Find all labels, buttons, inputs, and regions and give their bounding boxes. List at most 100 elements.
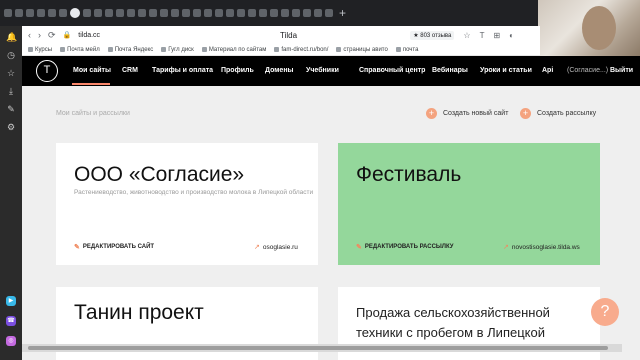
bookmark-icon bbox=[60, 47, 66, 52]
bookmark-add-icon[interactable]: ⊞ bbox=[493, 31, 500, 40]
account-name[interactable]: (Согласие...) bbox=[567, 67, 608, 74]
extensions-row: ★ 803 отзыва ☆ T ⊞ ◐ bbox=[410, 30, 514, 40]
extension-icon[interactable]: T bbox=[480, 31, 485, 40]
browser-tab[interactable] bbox=[226, 9, 234, 17]
browser-tab[interactable] bbox=[116, 9, 124, 17]
nav-domains[interactable]: Домены bbox=[265, 67, 294, 74]
browser-tab[interactable] bbox=[127, 9, 135, 17]
horizontal-scrollbar[interactable] bbox=[22, 344, 622, 352]
help-button[interactable]: ? bbox=[591, 298, 619, 326]
bookmark-item[interactable]: fam-direct.ru/bon/ bbox=[274, 47, 328, 53]
settings-icon[interactable]: ⚙ bbox=[6, 122, 16, 132]
breadcrumb: Мои сайты и рассылки bbox=[56, 110, 130, 117]
site-card[interactable]: ООО «Согласие» Растениеводство, животнов… bbox=[56, 143, 318, 265]
star-icon[interactable]: ☆ bbox=[6, 68, 16, 78]
edit-icon[interactable]: ✎ bbox=[6, 104, 16, 114]
back-icon[interactable]: ‹ bbox=[28, 30, 31, 40]
browser-tab[interactable] bbox=[149, 9, 157, 17]
browser-tab[interactable] bbox=[48, 9, 56, 17]
browser-tab-strip: + bbox=[0, 0, 540, 26]
nav-tariffs[interactable]: Тарифы и оплата bbox=[152, 67, 213, 74]
nav-crm[interactable]: CRM bbox=[122, 67, 138, 74]
browser-tab[interactable] bbox=[325, 9, 333, 17]
nav-my-sites[interactable]: Мои сайты bbox=[73, 67, 111, 74]
history-icon[interactable]: ◷ bbox=[6, 50, 16, 60]
bookmark-item[interactable]: Почта Яндекс bbox=[107, 47, 153, 53]
review-badge[interactable]: ★ 803 отзыва bbox=[410, 30, 455, 40]
nav-api[interactable]: Api bbox=[542, 67, 553, 74]
site-title[interactable]: Продажа сельскохозяйственной техники с п… bbox=[356, 303, 576, 343]
link-icon: ↗ bbox=[254, 244, 260, 251]
browser-tab[interactable] bbox=[281, 9, 289, 17]
bookmark-item[interactable]: Курсы bbox=[28, 47, 52, 53]
logout-link[interactable]: Выйти bbox=[610, 67, 633, 74]
browser-tab[interactable] bbox=[259, 9, 267, 17]
forward-icon[interactable]: › bbox=[38, 30, 41, 40]
site-title[interactable]: ООО «Согласие» bbox=[74, 163, 244, 187]
browser-tab[interactable] bbox=[270, 9, 278, 17]
nav-lessons[interactable]: Уроки и статьи bbox=[480, 67, 532, 74]
browser-tab[interactable] bbox=[171, 9, 179, 17]
active-tab[interactable] bbox=[70, 8, 80, 18]
browser-tab[interactable] bbox=[94, 9, 102, 17]
mailing-title[interactable]: Фестиваль bbox=[356, 163, 461, 187]
bookmark-icon[interactable]: ☆ bbox=[463, 31, 470, 40]
browser-tab[interactable] bbox=[193, 9, 201, 17]
instagram-app-icon[interactable]: ◎ bbox=[6, 336, 16, 346]
bell-icon[interactable]: 🔔 bbox=[6, 32, 17, 42]
mailing-domain-link[interactable]: ↗ novostisoglasie.tilda.ws bbox=[503, 243, 580, 252]
tilda-logo[interactable]: T bbox=[36, 60, 58, 82]
bookmark-item[interactable]: страницы авито bbox=[336, 47, 388, 53]
browser-tab[interactable] bbox=[292, 9, 300, 17]
plus-icon: + bbox=[426, 108, 437, 119]
sites-page: Мои сайты и рассылки + Создать новый сай… bbox=[22, 86, 640, 360]
bookmark-icon bbox=[201, 47, 207, 52]
browser-tab[interactable] bbox=[237, 9, 245, 17]
messenger-app-icon[interactable]: ▶ bbox=[6, 296, 16, 306]
site-domain-link[interactable]: ↗ osoglasie.ru bbox=[254, 243, 298, 252]
edit-site-link[interactable]: ✎ РЕДАКТИРОВАТЬ САЙТ bbox=[74, 243, 154, 251]
scrollbar-thumb[interactable] bbox=[28, 346, 608, 350]
nav-tutorials[interactable]: Учебники bbox=[306, 67, 339, 74]
create-site-button[interactable]: + Создать новый сайт bbox=[426, 108, 508, 119]
reload-icon[interactable]: ⟳ bbox=[48, 30, 56, 40]
bookmark-item[interactable]: почта bbox=[395, 47, 418, 53]
lock-icon[interactable]: 🔒 bbox=[63, 31, 72, 39]
bookmark-icon bbox=[107, 47, 113, 52]
viber-app-icon[interactable]: ☎ bbox=[6, 316, 16, 326]
browser-tab[interactable] bbox=[37, 9, 45, 17]
bookmark-item[interactable]: Почта мейл bbox=[60, 47, 100, 53]
site-title[interactable]: Танин проект bbox=[74, 301, 204, 325]
nav-webinars[interactable]: Вебинары bbox=[432, 67, 468, 74]
browser-tab[interactable] bbox=[248, 9, 256, 17]
browser-tab[interactable] bbox=[15, 9, 23, 17]
browser-tab[interactable] bbox=[59, 9, 67, 17]
browser-tab[interactable] bbox=[314, 9, 322, 17]
browser-tab[interactable] bbox=[215, 9, 223, 17]
window-title: Tilda bbox=[280, 30, 298, 40]
nav-help-center[interactable]: Справочный центр bbox=[359, 67, 425, 74]
edit-mailing-link[interactable]: ✎ РЕДАКТИРОВАТЬ РАССЫЛКУ bbox=[356, 243, 454, 251]
bookmark-icon bbox=[161, 47, 167, 52]
browser-sidebar: 🔔 ◷ ☆ ⤓ ✎ ⚙ ▶ ☎ ◎ bbox=[0, 26, 22, 360]
browser-tab[interactable] bbox=[26, 9, 34, 17]
browser-tab[interactable] bbox=[83, 9, 91, 17]
browser-tab[interactable] bbox=[182, 9, 190, 17]
url-field[interactable]: tilda.cc bbox=[78, 32, 100, 39]
bookmark-item[interactable]: Материал по сайтам bbox=[201, 47, 266, 53]
download-icon[interactable]: ⤓ bbox=[6, 86, 16, 96]
bookmark-item[interactable]: Гугл диск bbox=[161, 47, 194, 53]
browser-tab[interactable] bbox=[138, 9, 146, 17]
browser-tab[interactable] bbox=[303, 9, 311, 17]
create-mailing-button[interactable]: + Создать рассылку bbox=[520, 108, 596, 119]
browser-tab[interactable] bbox=[204, 9, 212, 17]
browser-tab[interactable] bbox=[4, 9, 12, 17]
browser-tab[interactable] bbox=[105, 9, 113, 17]
color-icon[interactable]: ◐ bbox=[509, 31, 514, 40]
browser-tab[interactable] bbox=[160, 9, 168, 17]
new-tab-button[interactable]: + bbox=[339, 7, 346, 19]
tilda-top-nav: T Мои сайты CRM Тарифы и оплата Профиль … bbox=[22, 56, 640, 86]
mailing-card[interactable]: Фестиваль ✎ РЕДАКТИРОВАТЬ РАССЫЛКУ ↗ nov… bbox=[338, 143, 600, 265]
nav-profile[interactable]: Профиль bbox=[221, 67, 254, 74]
webcam-overlay bbox=[538, 0, 640, 56]
